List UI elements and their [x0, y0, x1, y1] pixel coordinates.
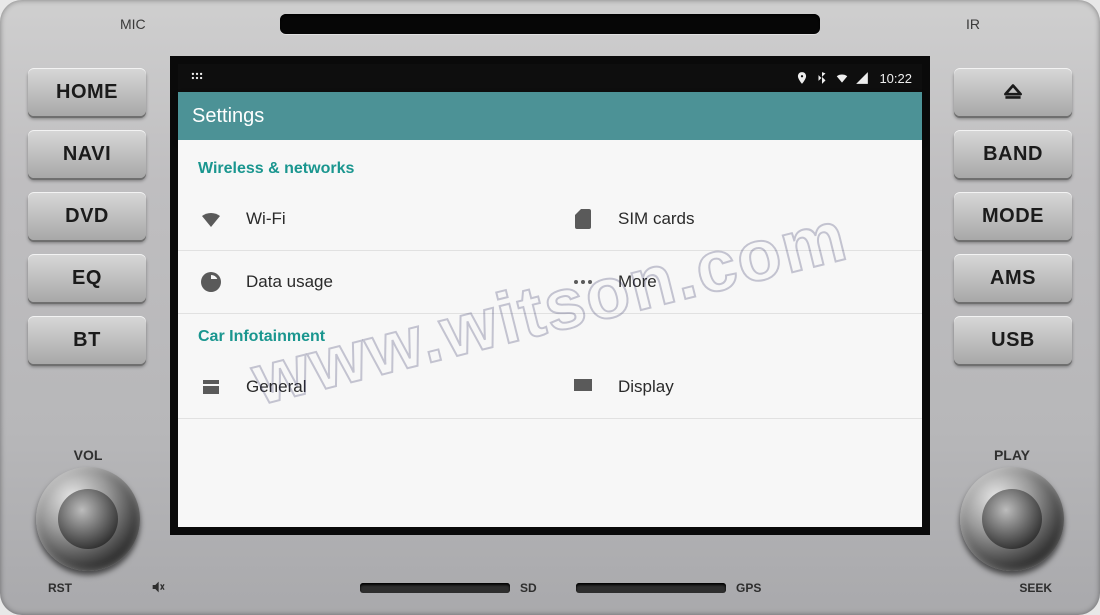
- settings-item-data-usage[interactable]: Data usage: [178, 251, 550, 314]
- wifi-status-icon: [835, 71, 849, 85]
- settings-item-sim[interactable]: SIM cards: [550, 188, 922, 251]
- right-button-column: BAND MODE AMS USB: [954, 68, 1072, 364]
- band-button[interactable]: BAND: [954, 130, 1072, 178]
- volume-knob[interactable]: [36, 467, 140, 571]
- eject-button[interactable]: [954, 68, 1072, 116]
- clock: 10:22: [879, 71, 912, 86]
- seek-label: SEEK: [1019, 581, 1052, 595]
- display-icon: [570, 374, 596, 400]
- more-icon: [570, 269, 596, 295]
- mute-icon: [150, 579, 166, 595]
- settings-item-label: Wi-Fi: [246, 209, 286, 229]
- android-status-bar[interactable]: 10:22: [178, 64, 922, 92]
- settings-item-general[interactable]: General: [178, 356, 550, 419]
- settings-item-more[interactable]: More: [550, 251, 922, 314]
- settings-item-wifi[interactable]: Wi-Fi: [178, 188, 550, 251]
- section-car-header: Car Infotainment: [178, 314, 922, 356]
- mode-button[interactable]: MODE: [954, 192, 1072, 240]
- general-icon: [198, 374, 224, 400]
- settings-item-label: Display: [618, 377, 674, 397]
- location-icon: [795, 71, 809, 85]
- gps-slot-label: GPS: [736, 581, 761, 595]
- bluetooth-icon: [815, 71, 829, 85]
- left-button-column: HOME NAVI DVD EQ BT: [28, 68, 146, 364]
- head-unit-bezel: MIC IR HOME NAVI DVD EQ BT BAND MODE AMS…: [0, 0, 1100, 615]
- dvd-button[interactable]: DVD: [28, 192, 146, 240]
- section-wireless-header: Wireless & networks: [178, 146, 922, 188]
- settings-item-display[interactable]: Display: [550, 356, 922, 419]
- wifi-icon: [198, 206, 224, 232]
- eject-icon: [1000, 79, 1026, 105]
- mic-label: MIC: [120, 16, 146, 32]
- gps-slot[interactable]: [576, 583, 726, 593]
- sd-slot[interactable]: [360, 583, 510, 593]
- settings-item-label: SIM cards: [618, 209, 695, 229]
- page-title: Settings: [192, 105, 264, 128]
- bt-button[interactable]: BT: [28, 316, 146, 364]
- settings-item-label: General: [246, 377, 306, 397]
- eq-button[interactable]: EQ: [28, 254, 146, 302]
- usb-button[interactable]: USB: [954, 316, 1072, 364]
- play-knob[interactable]: [960, 467, 1064, 571]
- settings-item-label: More: [618, 272, 657, 292]
- apps-icon[interactable]: [190, 71, 204, 85]
- volume-knob-group: VOL: [36, 441, 140, 571]
- ir-label: IR: [966, 16, 980, 32]
- ams-button[interactable]: AMS: [954, 254, 1072, 302]
- settings-item-label: Data usage: [246, 272, 333, 292]
- home-button[interactable]: HOME: [28, 68, 146, 116]
- navi-button[interactable]: NAVI: [28, 130, 146, 178]
- settings-app-bar: Settings: [178, 92, 922, 140]
- sd-slot-label: SD: [520, 581, 537, 595]
- reset-label: RST: [48, 581, 72, 595]
- touch-screen: 10:22 Settings Wireless & networks Wi-Fi…: [170, 56, 930, 535]
- signal-icon: [855, 71, 869, 85]
- disc-slot[interactable]: [280, 14, 820, 34]
- play-label: PLAY: [960, 447, 1064, 463]
- data-usage-icon: [198, 269, 224, 295]
- sim-icon: [570, 206, 596, 232]
- volume-label: VOL: [36, 447, 140, 463]
- play-knob-group: PLAY: [960, 441, 1064, 571]
- settings-content[interactable]: Wireless & networks Wi-Fi SIM cards Data…: [178, 140, 922, 527]
